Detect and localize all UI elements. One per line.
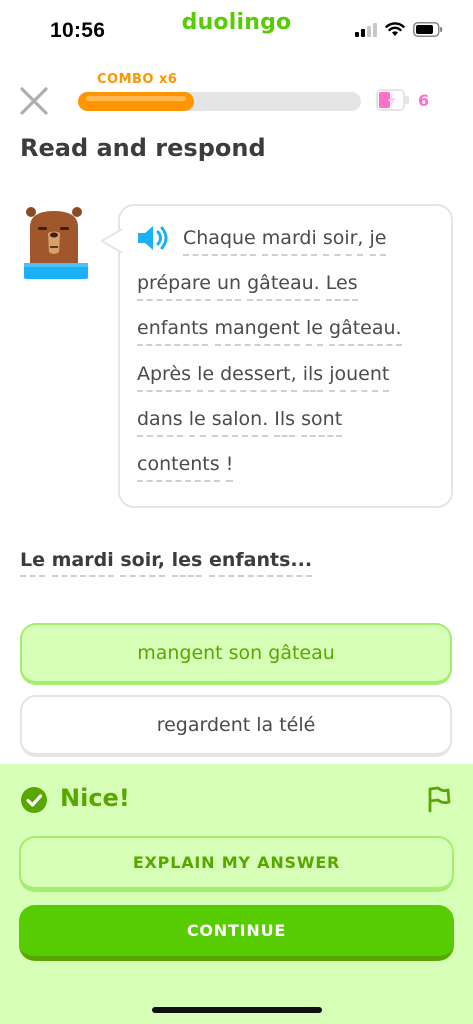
passage-word[interactable]: soir, xyxy=(322,227,364,256)
status-icons xyxy=(355,22,443,37)
passage-word[interactable]: le xyxy=(197,363,215,392)
status-bar: 10:56 duolingo xyxy=(0,0,473,60)
passage-word[interactable]: dans xyxy=(137,408,183,437)
speech-bubble-tail xyxy=(101,228,123,254)
passage-word[interactable]: mardi xyxy=(261,227,317,256)
question-word[interactable]: les xyxy=(171,549,203,577)
passage-word[interactable]: prépare xyxy=(137,272,211,301)
passage-word[interactable]: sont xyxy=(301,408,343,437)
passage-word[interactable]: Chaque xyxy=(183,227,256,256)
choice-button[interactable]: regardent la télé xyxy=(20,695,452,757)
passage-line: enfants mangent le gâteau. xyxy=(137,317,402,346)
passage-word[interactable]: Ils xyxy=(274,408,296,437)
energy-indicator[interactable]: 6 xyxy=(376,89,429,111)
passage-line: contents ! xyxy=(137,453,234,482)
passage-word[interactable]: ! xyxy=(225,453,234,482)
progress-bar xyxy=(78,92,361,111)
choice-button-selected-correct[interactable]: mangent son gâteau xyxy=(20,623,452,685)
progress-gloss xyxy=(86,96,186,101)
passage-word[interactable]: le xyxy=(188,408,206,437)
combo-label: COMBO x6 xyxy=(97,72,178,87)
close-icon[interactable] xyxy=(17,84,51,118)
explain-answer-button[interactable]: EXPLAIN MY ANSWER xyxy=(19,836,454,892)
question-word[interactable]: enfants... xyxy=(209,549,313,577)
report-flag-icon[interactable] xyxy=(424,784,454,814)
passage-word[interactable]: dessert, xyxy=(220,363,297,392)
passage-word[interactable]: Après xyxy=(137,363,192,392)
continue-button[interactable]: CONTINUE xyxy=(19,905,454,961)
check-icon xyxy=(21,787,47,813)
passage-word[interactable]: gâteau. xyxy=(329,317,402,346)
passage-word[interactable]: un xyxy=(216,272,242,301)
page-title: Read and respond xyxy=(20,134,266,162)
home-indicator xyxy=(152,1007,322,1013)
signal-icon xyxy=(355,22,377,37)
passage-line: dans le salon. Ils sont xyxy=(137,408,343,437)
passage-line: Chaque mardi soir, je xyxy=(183,227,387,256)
question-text: Le mardi soir, les enfants... xyxy=(20,549,313,577)
passage-word[interactable]: salon. xyxy=(211,408,269,437)
feedback-title: Nice! xyxy=(60,784,130,812)
passage-word[interactable]: je xyxy=(369,227,387,256)
question-word[interactable]: Le xyxy=(20,549,45,577)
passage-line: Après le dessert, ils jouent xyxy=(137,363,390,392)
passage-word[interactable]: jouent xyxy=(329,363,390,392)
wifi-icon xyxy=(385,22,405,36)
passage-word[interactable]: Les xyxy=(325,272,358,301)
energy-battery-icon xyxy=(376,89,409,111)
passage-word[interactable]: enfants xyxy=(137,317,209,346)
progress-fill xyxy=(78,92,194,111)
passage-line: prépare un gâteau. Les xyxy=(137,272,358,301)
passage-word[interactable]: le xyxy=(306,317,323,346)
passage-word[interactable]: contents xyxy=(137,453,220,482)
bear-character xyxy=(24,207,88,279)
passage-word[interactable]: gâteau. xyxy=(247,272,320,301)
passage-word[interactable]: ils xyxy=(302,363,324,392)
energy-count: 6 xyxy=(418,90,430,110)
speaker-icon[interactable] xyxy=(136,224,170,252)
question-word[interactable]: mardi xyxy=(51,549,114,577)
passage-word[interactable]: mangent xyxy=(214,317,300,346)
battery-icon xyxy=(413,22,443,37)
question-word[interactable]: soir, xyxy=(120,549,166,577)
